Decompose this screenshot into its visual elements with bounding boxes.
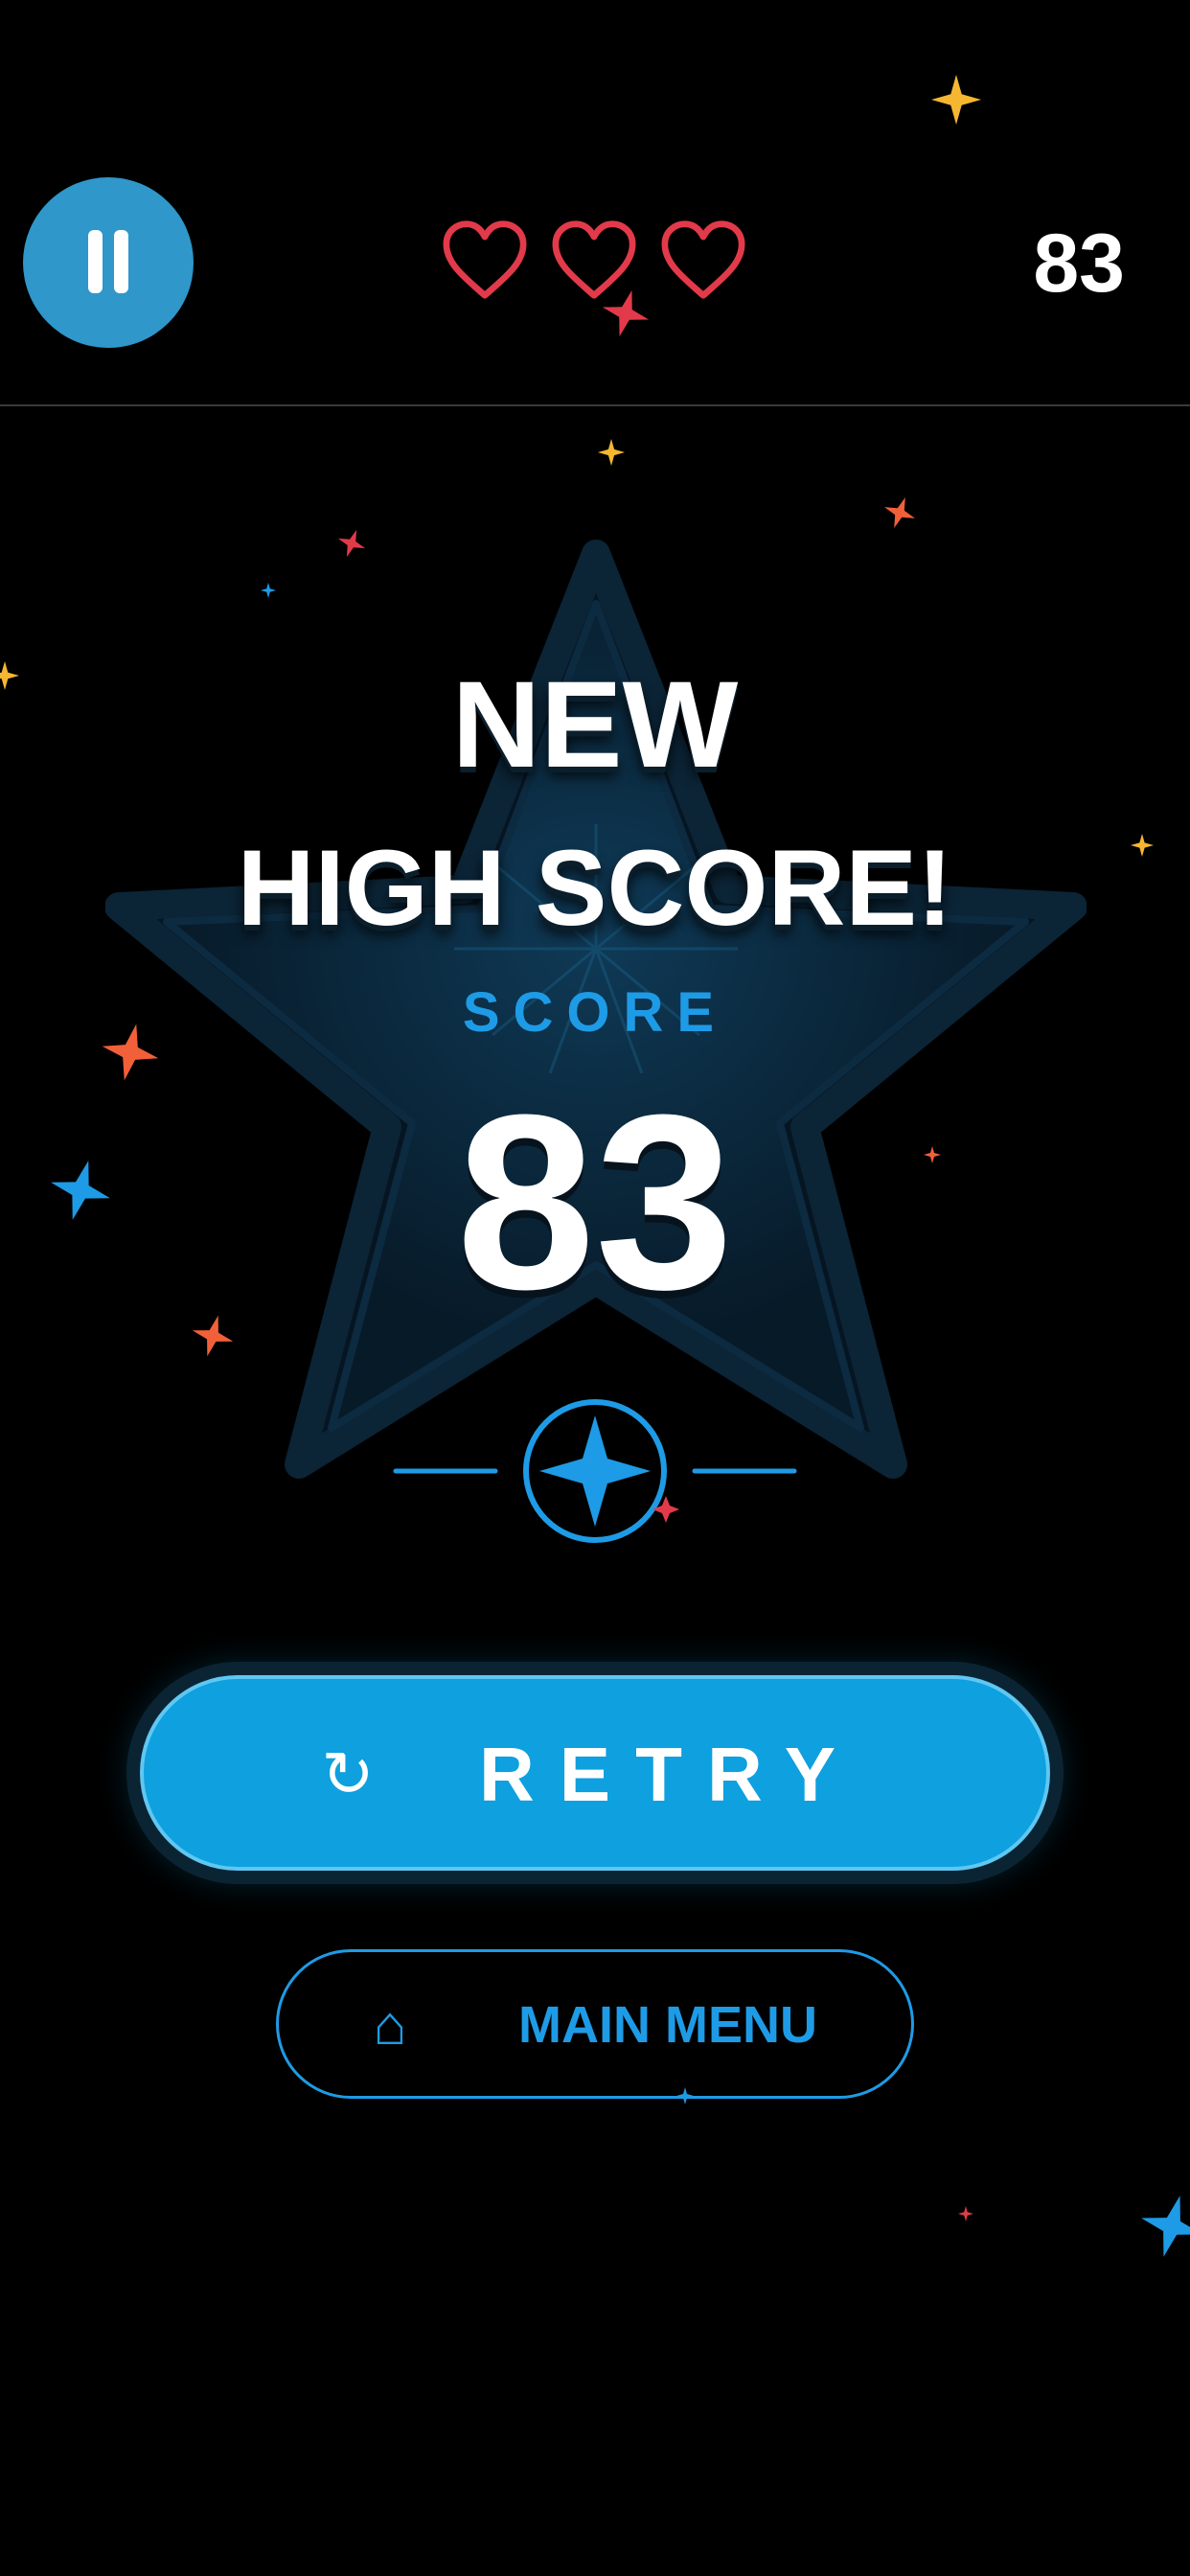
sparkle-icon	[598, 439, 625, 466]
main-menu-button[interactable]: ⌂ MAIN MENU	[276, 1949, 914, 2099]
heart-outline-icon	[661, 220, 745, 299]
hud-divider	[0, 404, 1190, 406]
sparkle-icon	[931, 75, 981, 125]
retry-label: RETRY	[479, 1732, 861, 1817]
lives-indicator	[439, 218, 751, 305]
sparkle-icon	[958, 2206, 973, 2221]
sparkle-icon	[1141, 2196, 1190, 2257]
final-score-value: 83	[456, 1064, 734, 1342]
pause-button[interactable]	[23, 177, 194, 348]
heart-outline-icon	[552, 220, 636, 299]
new-label: NEW	[451, 656, 739, 794]
four-point-star-icon	[539, 1415, 651, 1527]
game-over-screen: 83 NEW HIGH SCORE! SCORE 83 ↻ RETRY ⌂ MA…	[0, 0, 1190, 2576]
sparkle-icon	[884, 497, 915, 528]
retry-button[interactable]: ↻ RETRY	[140, 1675, 1050, 1871]
star-emblem	[393, 1399, 797, 1543]
main-menu-label: MAIN MENU	[518, 1996, 817, 2054]
score-label: SCORE	[462, 981, 728, 1044]
retry-icon: ↻	[321, 1738, 375, 1809]
home-icon: ⌂	[373, 1994, 407, 2057]
high-score-title: HIGH SCORE!	[237, 828, 953, 948]
hud-score: 83	[1033, 218, 1125, 310]
heart-outline-icon	[443, 220, 527, 299]
